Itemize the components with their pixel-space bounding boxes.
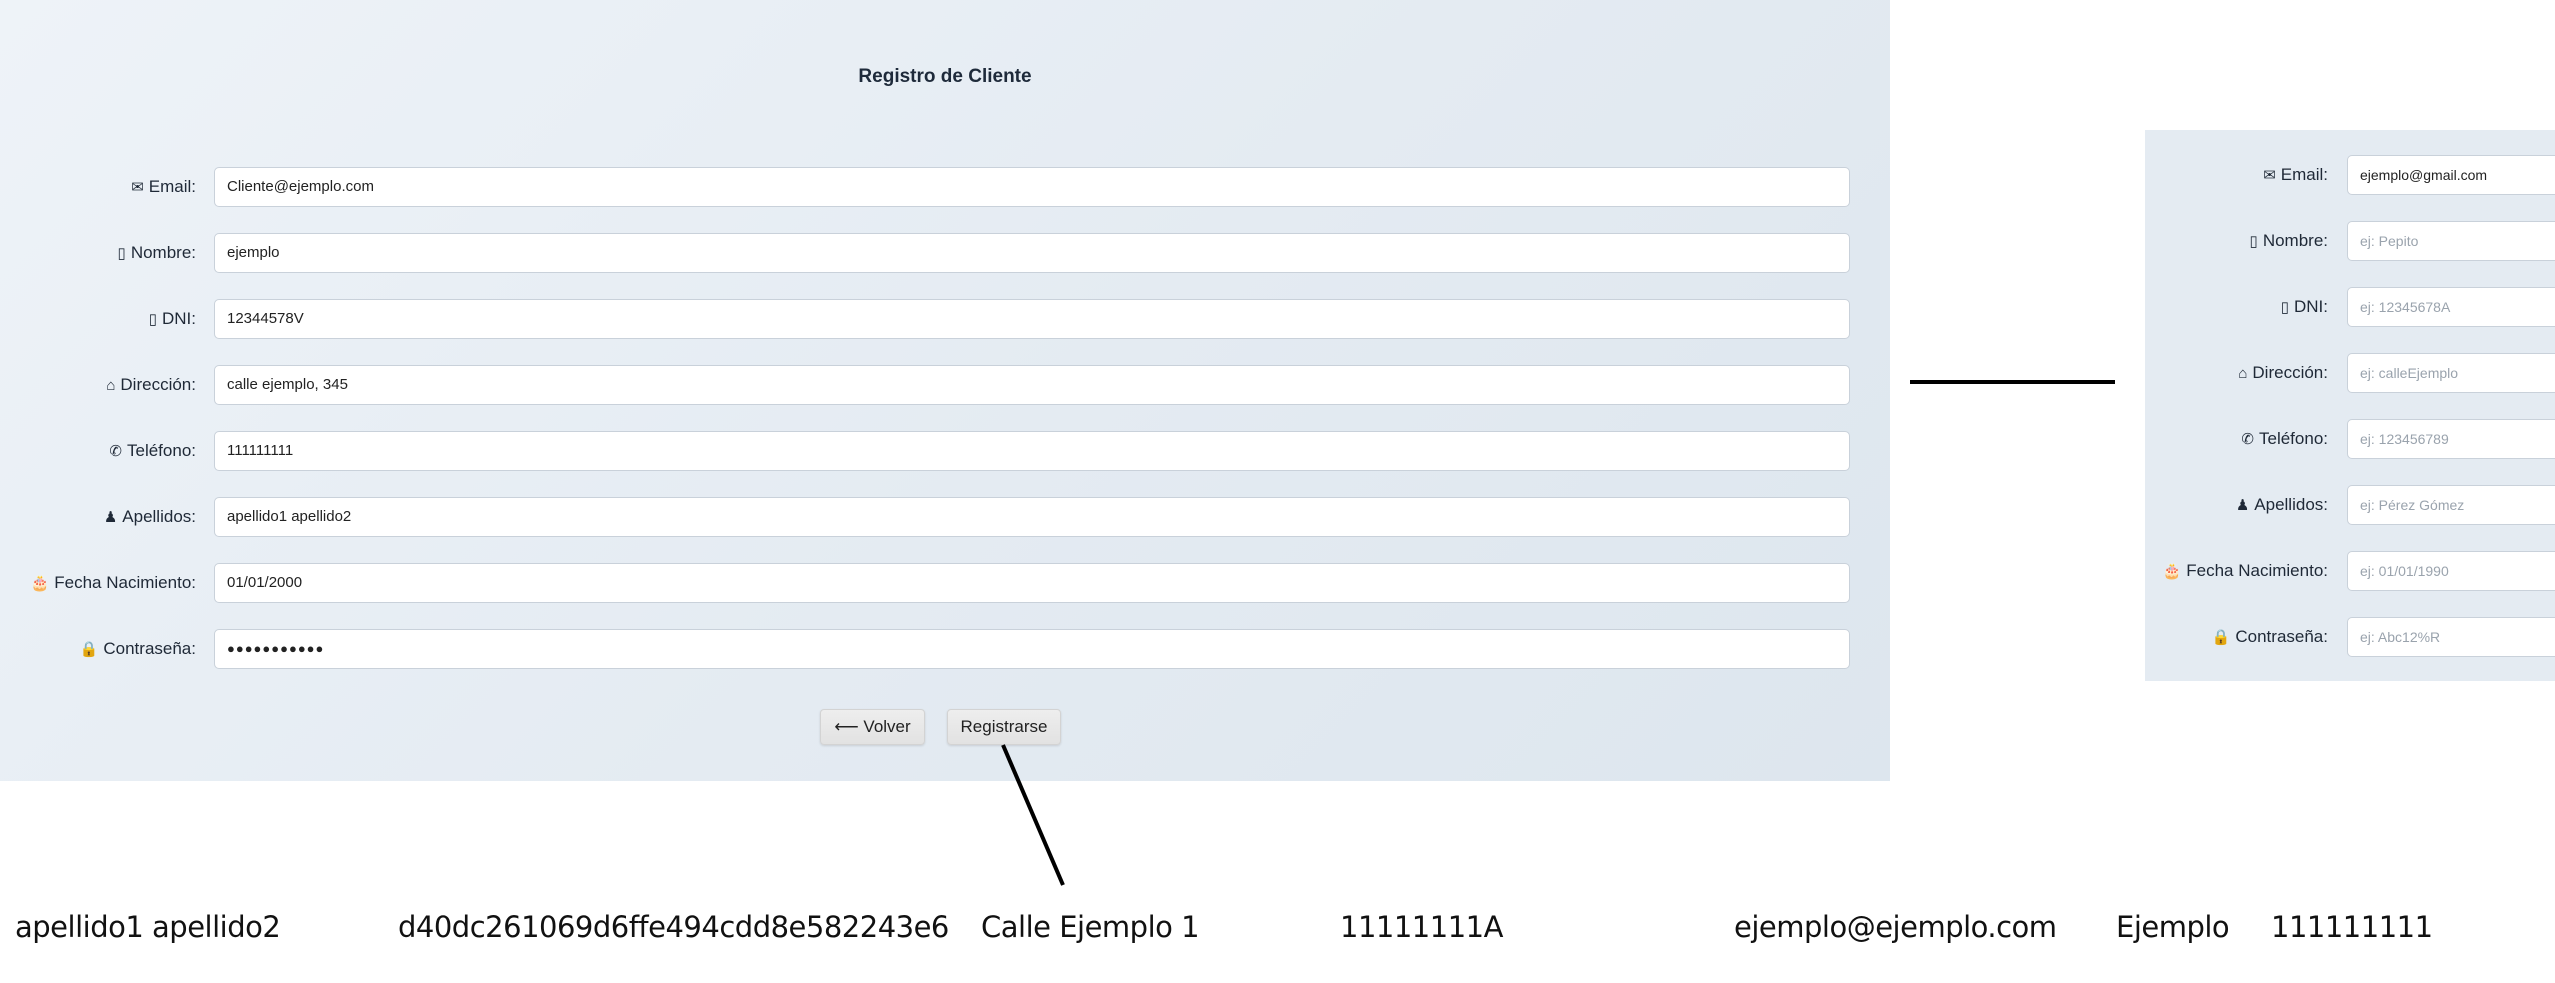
side-form-panel: ✉ Email: ejemplo@gmail.com ▯ Nombre: ej: P… (2145, 130, 2555, 681)
side-apellidos-input[interactable]: ej: Pérez Gómez (2347, 485, 2555, 525)
cell-apellidos: apellido1 apellido2 (15, 910, 281, 944)
side-dni-input[interactable]: ej: 12345678A (2347, 287, 2555, 327)
house-icon: ⌂ (2238, 365, 2248, 382)
cell-telefono: 111111111 (2271, 910, 2433, 944)
envelope-icon: ✉ (2263, 167, 2276, 184)
lock-icon: 🔒 (2211, 629, 2231, 646)
side-nombre-label: Nombre: (2262, 231, 2328, 250)
cell-email: ejemplo@ejemplo.com (1734, 910, 2057, 944)
side-telefono-label: Teléfono: (2259, 429, 2328, 448)
side-apellidos-label: Apellidos: (2254, 495, 2328, 514)
side-telefono-input[interactable]: ej: 123456789 (2347, 419, 2555, 459)
cell-password-hash: d40dc261069d6ffe494cdd8e582243e6 (398, 910, 949, 944)
cake-icon: 🎂 (2162, 563, 2182, 580)
cell-direccion: Calle Ejemplo 1 (981, 910, 1200, 944)
side-fecha-input[interactable]: ej: 01/01/1990 (2347, 551, 2555, 591)
side-password-label: Contraseña: (2235, 627, 2328, 646)
side-email-input[interactable]: ejemplo@gmail.com (2347, 155, 2555, 195)
cell-dni: 11111111A (1340, 910, 1503, 944)
side-password-input[interactable]: ej: Abc12%R (2347, 617, 2555, 657)
side-direccion-input[interactable]: ej: calleEjemplo (2347, 353, 2555, 393)
person-icon: ♟ (2235, 497, 2250, 514)
side-fecha-label: Fecha Nacimiento: (2186, 561, 2328, 580)
side-direccion-label: Dirección: (2252, 363, 2328, 382)
side-email-label: Email: (2280, 165, 2328, 184)
side-nombre-input[interactable]: ej: Pepito (2347, 221, 2555, 261)
phone-icon: ✆ (2241, 431, 2254, 448)
cell-nombre: Ejemplo (2116, 910, 2230, 944)
side-dni-label: DNI: (2294, 297, 2328, 316)
id-card-icon: ▯ (2280, 299, 2289, 316)
person-card-icon: ▯ (2249, 233, 2258, 250)
